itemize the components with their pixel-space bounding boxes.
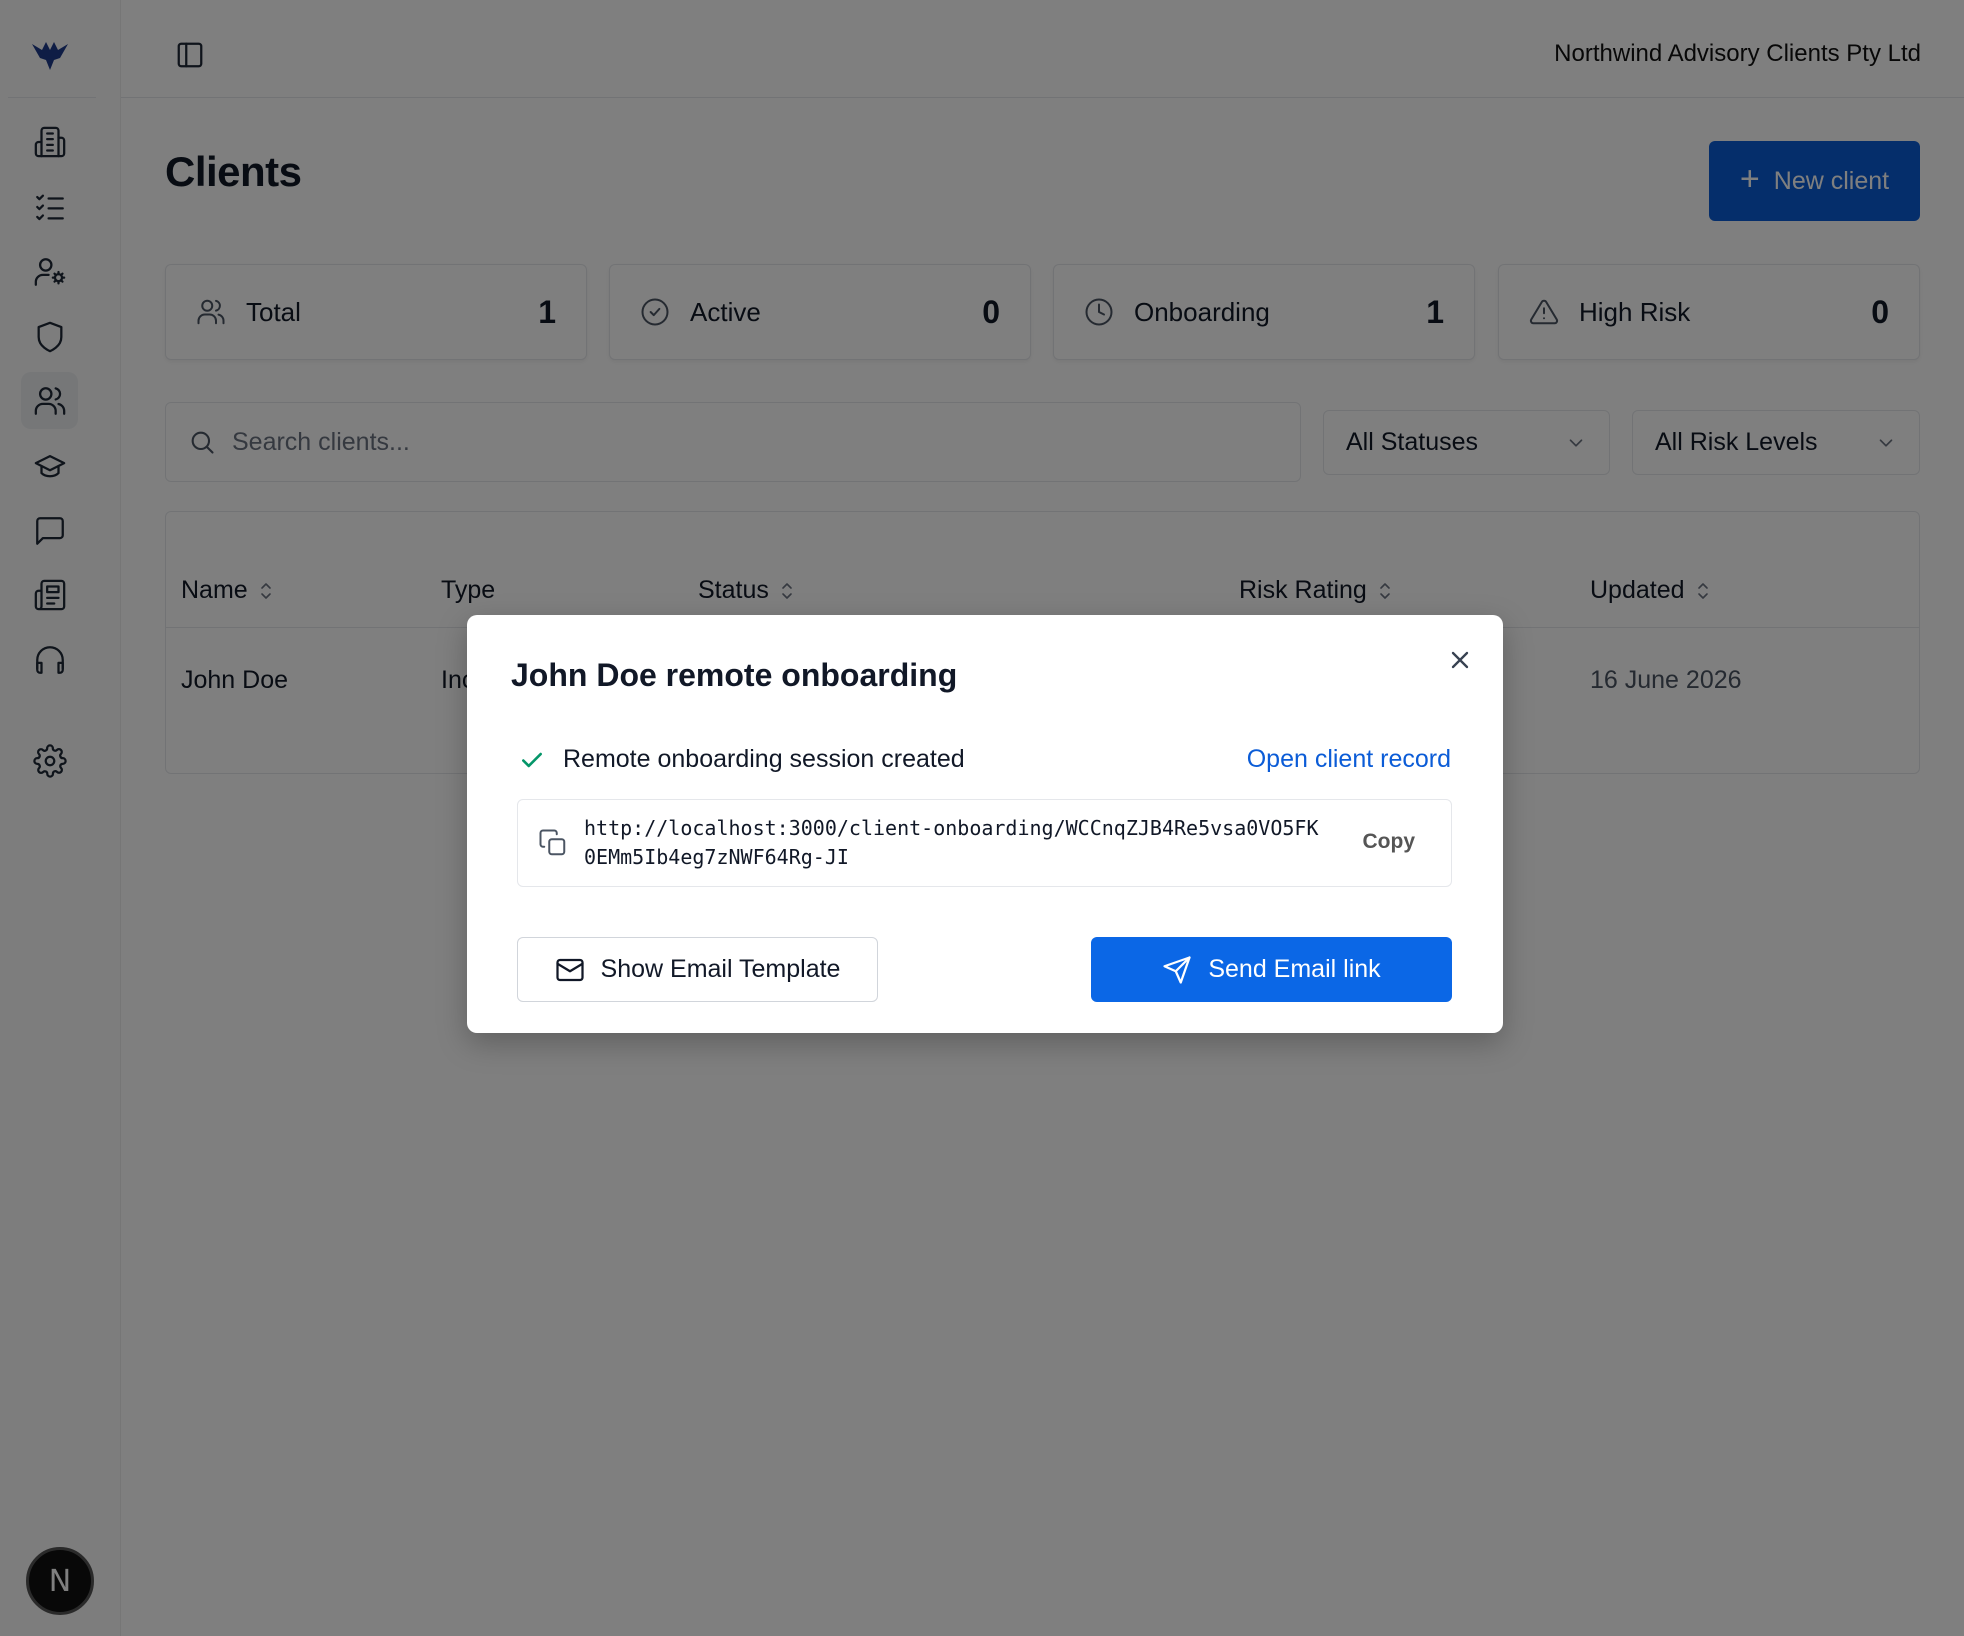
show-email-template-button[interactable]: Show Email Template	[517, 937, 878, 1002]
copy-icon	[539, 829, 566, 856]
close-icon	[1451, 651, 1469, 669]
close-button[interactable]	[1446, 646, 1474, 674]
copy-button[interactable]: Copy	[1363, 830, 1416, 854]
send-email-link-button[interactable]: Send Email link	[1091, 937, 1452, 1002]
mail-icon	[555, 958, 584, 981]
open-client-record-link[interactable]: Open client record	[1247, 745, 1451, 774]
check-icon	[522, 752, 542, 767]
dialog-title: John Doe remote onboarding	[511, 657, 958, 693]
success-message: Remote onboarding session created	[519, 745, 965, 774]
send-icon	[1163, 955, 1191, 984]
remote-onboarding-dialog: John Doe remote onboarding Remote onboar…	[467, 615, 1503, 1033]
success-text: Remote onboarding session created	[563, 745, 965, 773]
send-email-link-label: Send Email link	[1208, 955, 1381, 983]
onboarding-url[interactable]: http://localhost:3000/client-onboarding/…	[584, 814, 1324, 872]
onboarding-url-box: http://localhost:3000/client-onboarding/…	[517, 799, 1452, 887]
show-email-template-label: Show Email Template	[600, 955, 841, 983]
